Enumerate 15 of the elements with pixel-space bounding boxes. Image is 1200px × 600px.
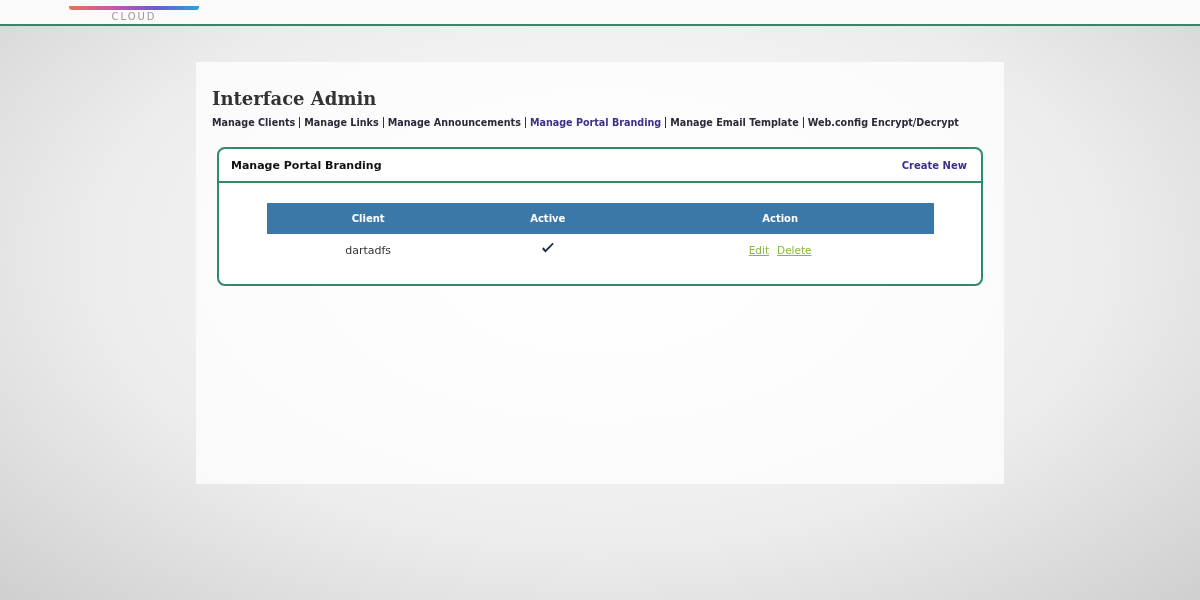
nav-link[interactable]: Manage Announcements [387, 117, 521, 128]
column-header: Active [469, 203, 627, 234]
column-header: Client [267, 203, 470, 234]
logo-icon [69, 6, 199, 10]
table-cell: dartadfs [345, 243, 392, 257]
nav-link[interactable]: Manage Links [304, 117, 379, 128]
nav-link[interactable]: Manage Clients [212, 117, 296, 128]
nav-link[interactable]: Web.config Encrypt/Decrypt [807, 117, 959, 128]
nav-link[interactable]: Manage Email Template [670, 117, 799, 128]
page-title: Interface Admin [212, 88, 378, 109]
logo-subtitle: CLOUD [111, 10, 157, 24]
column-header: Action [626, 203, 934, 234]
card-title: Manage Portal Branding [231, 158, 382, 172]
create-new-link[interactable]: Create New [901, 159, 967, 171]
nav-link[interactable]: Manage Portal Branding [529, 117, 662, 128]
